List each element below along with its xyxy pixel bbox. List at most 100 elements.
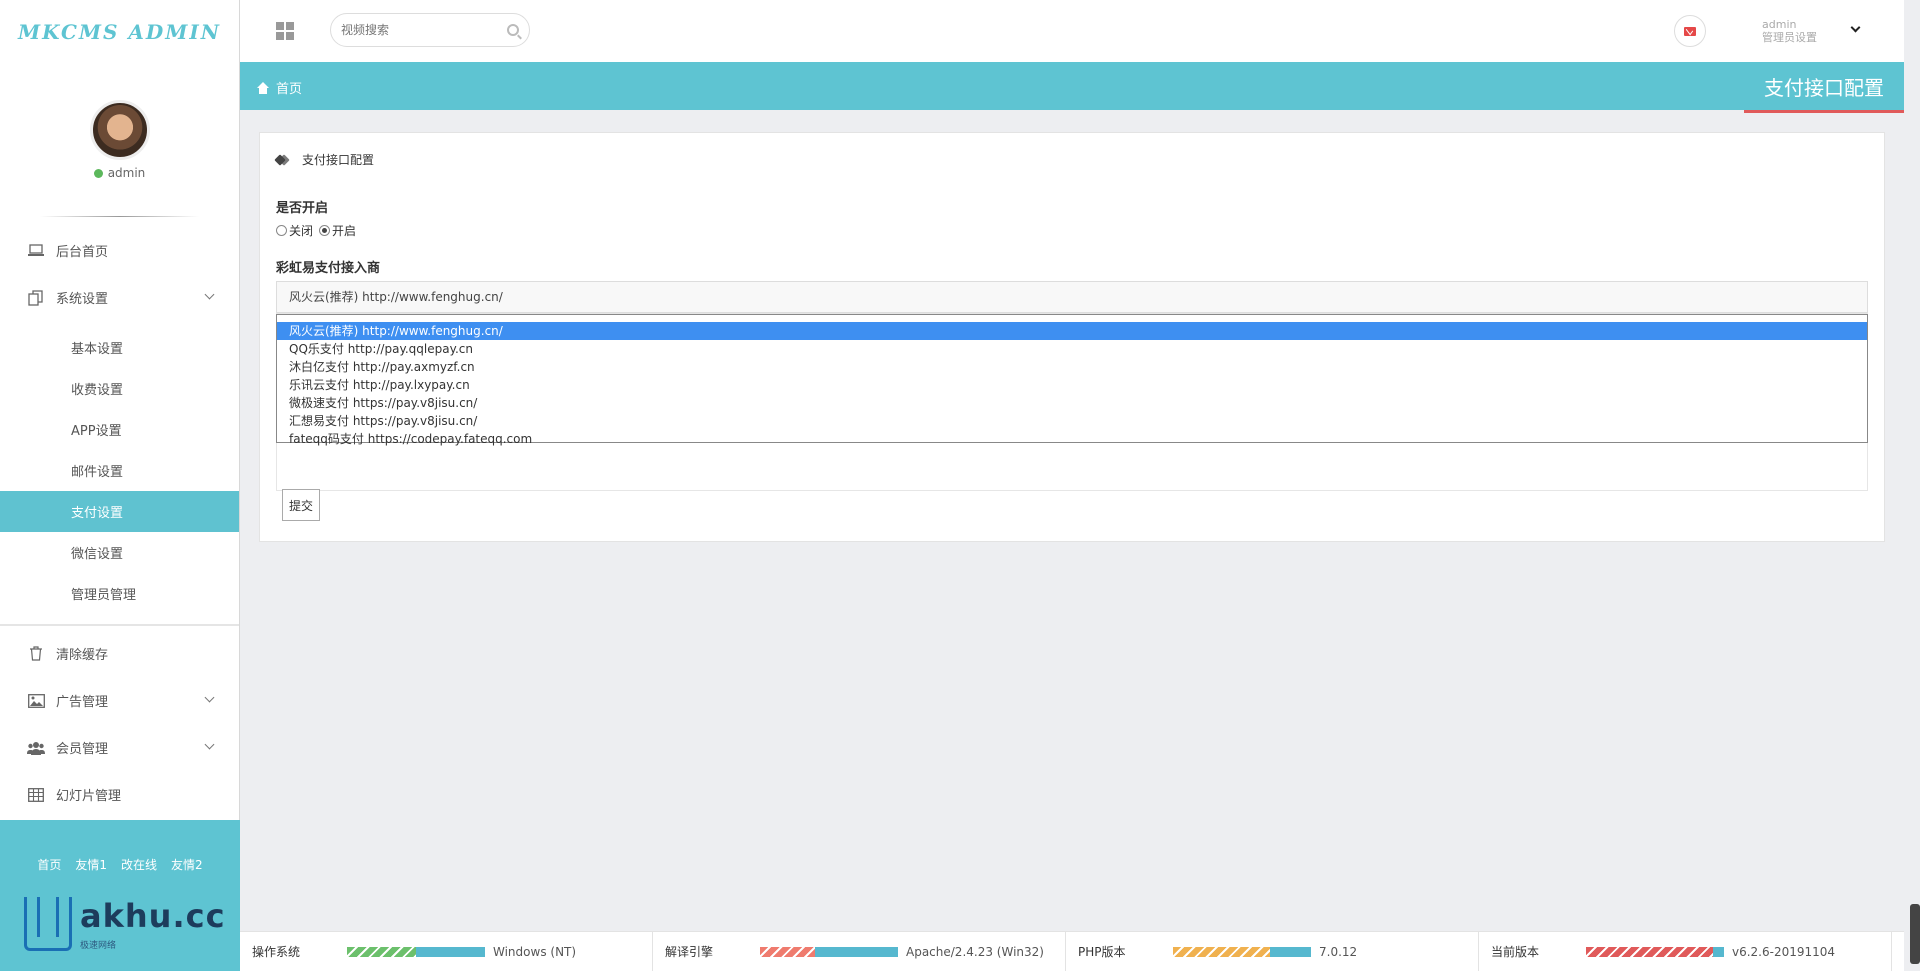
sidebar-item-ads[interactable]: 广告管理 bbox=[0, 677, 239, 724]
sidebar-subitem-basic[interactable]: 基本设置 bbox=[0, 327, 239, 368]
topbar: admin 管理员设置 bbox=[240, 0, 1904, 62]
sidebar-menu-2: 清除缓存 广告管理 会员管理 幻灯片管理 bbox=[0, 630, 239, 818]
enable-radio-group: 关闭 开启 bbox=[276, 222, 356, 239]
chevron-down-icon[interactable] bbox=[204, 739, 215, 750]
search-box bbox=[330, 13, 530, 47]
provider-option[interactable]: fateqq码支付 https://codepay.fateqq.com bbox=[277, 430, 1867, 448]
sidebar-item-slides[interactable]: 幻灯片管理 bbox=[0, 771, 239, 818]
sidebar-subitem-payment[interactable]: 支付设置 bbox=[0, 491, 239, 532]
trash-icon bbox=[26, 646, 46, 662]
footer-link-friend1[interactable]: 友情1 bbox=[75, 856, 107, 873]
sidebar-subitem-app[interactable]: APP设置 bbox=[0, 409, 239, 450]
provider-option[interactable]: 汇想易支付 https://pay.v8jisu.cn/ bbox=[277, 412, 1867, 430]
status-progress bbox=[347, 946, 485, 957]
provider-option[interactable]: 风火云(推荐) http://www.fenghug.cn/ bbox=[277, 322, 1867, 340]
profile-status: admin bbox=[0, 166, 239, 180]
footer-link-home[interactable]: 首页 bbox=[37, 856, 61, 873]
mail-button[interactable] bbox=[1674, 15, 1706, 47]
watermark-logo: akhu.cc 极速网络 bbox=[24, 897, 226, 951]
breadcrumb-home[interactable]: 首页 bbox=[256, 78, 302, 97]
status-progress-fill bbox=[1586, 946, 1713, 957]
status-label: PHP版本 bbox=[1078, 945, 1126, 959]
status-value: Apache/2.4.23 (Win32) bbox=[906, 944, 1044, 959]
avatar[interactable] bbox=[89, 100, 150, 160]
tags-icon bbox=[276, 155, 288, 165]
provider-select[interactable]: 风火云(推荐) http://www.fenghug.cn/ bbox=[276, 281, 1868, 313]
provider-option[interactable]: QQ乐支付 http://pay.qqlepay.cn bbox=[277, 340, 1867, 358]
radio-on-label: 开启 bbox=[332, 224, 357, 238]
sidebar-subitem-wechat[interactable]: 微信设置 bbox=[0, 532, 239, 573]
online-status-icon bbox=[93, 168, 103, 178]
scrollbar-handle[interactable] bbox=[1910, 904, 1920, 964]
brand-subtext: 极速网络 bbox=[80, 941, 117, 951]
app-logo[interactable]: MKCMS ADMIN bbox=[0, 0, 239, 64]
status-version: 当前版本 v6.2.6-20191104 bbox=[1479, 932, 1892, 971]
divider bbox=[0, 624, 239, 626]
status-value: Windows (NT) bbox=[493, 944, 577, 959]
status-bar: 操作系统 Windows (NT) 解译引擎 Apache/2.4.23 (Wi… bbox=[240, 931, 1904, 971]
breadcrumb: 首页 支付接口配置 bbox=[240, 62, 1904, 113]
radio-on-circle[interactable] bbox=[319, 225, 331, 236]
chevron-down-icon[interactable] bbox=[204, 692, 215, 703]
table-icon bbox=[26, 787, 46, 803]
chevron-down-icon[interactable] bbox=[204, 289, 215, 300]
chevron-down-icon[interactable] bbox=[1850, 22, 1861, 33]
users-icon bbox=[26, 740, 46, 756]
status-value: 7.0.12 bbox=[1319, 944, 1358, 959]
panel-title: 支付接口配置 bbox=[302, 153, 375, 167]
copy-icon bbox=[26, 289, 46, 306]
status-progress bbox=[1173, 946, 1311, 957]
status-value: v6.2.6-20191104 bbox=[1732, 944, 1836, 959]
radio-off[interactable]: 关闭 bbox=[276, 222, 313, 239]
provider-option[interactable]: 乐讯云支付 http://pay.lxypay.cn bbox=[277, 376, 1867, 394]
radio-off-label: 关闭 bbox=[289, 224, 314, 238]
sidebar-subitem-mail[interactable]: 邮件设置 bbox=[0, 450, 239, 491]
user-name: admin bbox=[1762, 18, 1797, 31]
status-os: 操作系统 Windows (NT) bbox=[240, 932, 653, 971]
provider-option[interactable]: 沐白亿支付 http://pay.axmyzf.cn bbox=[277, 358, 1867, 376]
home-icon bbox=[256, 81, 270, 94]
submit-button[interactable]: 提交 bbox=[282, 489, 321, 521]
panel-header: 支付接口配置 bbox=[276, 151, 374, 168]
search-icon[interactable] bbox=[507, 24, 519, 36]
sidebar-footer: 首页 友情1 改在线 友情2 akhu.cc 极速网络 bbox=[0, 820, 240, 971]
status-progress-fill bbox=[760, 946, 816, 957]
provider-dropdown: 风火云(推荐) http://www.fenghug.cn/ QQ乐支付 htt… bbox=[276, 314, 1868, 446]
status-progress bbox=[760, 946, 898, 957]
radio-off-circle[interactable] bbox=[276, 225, 287, 236]
system-submenu: 基本设置 收费设置 APP设置 邮件设置 支付设置 微信设置 管理员管理 bbox=[0, 321, 239, 620]
brand-text: akhu.cc bbox=[80, 897, 226, 935]
status-php: PHP版本 7.0.12 bbox=[1066, 932, 1479, 971]
enable-label: 是否开启 bbox=[276, 201, 329, 216]
status-progress bbox=[1586, 946, 1724, 957]
status-label: 当前版本 bbox=[1491, 945, 1540, 959]
sidebar-item-clear-cache[interactable]: 清除缓存 bbox=[0, 630, 239, 677]
sidebar-item-system-settings[interactable]: 系统设置 bbox=[0, 274, 239, 321]
sidebar-item-dashboard[interactable]: 后台首页 bbox=[0, 227, 239, 274]
status-label: 操作系统 bbox=[252, 945, 301, 959]
page-title: 支付接口配置 bbox=[1744, 62, 1904, 113]
status-progress-fill bbox=[347, 946, 416, 957]
sidebar: MKCMS ADMIN admin 后台首页 系统设置 基本设置 收费设置 AP… bbox=[0, 0, 240, 971]
laptop-icon bbox=[26, 243, 46, 259]
sidebar-item-label: 广告管理 bbox=[56, 695, 109, 710]
provider-label: 彩虹易支付接入商 bbox=[276, 261, 381, 276]
grid-menu-icon[interactable] bbox=[276, 22, 294, 40]
search-input[interactable] bbox=[341, 23, 507, 37]
provider-option[interactable]: 微极速支付 https://pay.v8jisu.cn/ bbox=[277, 394, 1867, 412]
footer-link-online[interactable]: 改在线 bbox=[121, 856, 157, 873]
footer-link-friend2[interactable]: 友情2 bbox=[171, 856, 203, 873]
status-label: 解译引擎 bbox=[665, 945, 714, 959]
sidebar-item-label: 系统设置 bbox=[56, 292, 109, 307]
radio-on[interactable]: 开启 bbox=[319, 222, 356, 239]
status-server: 解译引擎 Apache/2.4.23 (Win32) bbox=[653, 932, 1066, 971]
sidebar-menu: 后台首页 系统设置 bbox=[0, 217, 239, 321]
profile: admin bbox=[0, 64, 239, 216]
sidebar-item-label: 幻灯片管理 bbox=[56, 789, 122, 804]
sidebar-subitem-admins[interactable]: 管理员管理 bbox=[0, 573, 239, 614]
user-menu[interactable]: admin 管理员设置 bbox=[1762, 18, 1817, 44]
sidebar-item-members[interactable]: 会员管理 bbox=[0, 724, 239, 771]
payment-config-panel: 支付接口配置 是否开启 关闭 开启 彩虹易支付接入商 风火云(推荐) http:… bbox=[259, 132, 1885, 542]
status-progress-fill bbox=[1173, 946, 1270, 957]
sidebar-subitem-charge[interactable]: 收费设置 bbox=[0, 368, 239, 409]
